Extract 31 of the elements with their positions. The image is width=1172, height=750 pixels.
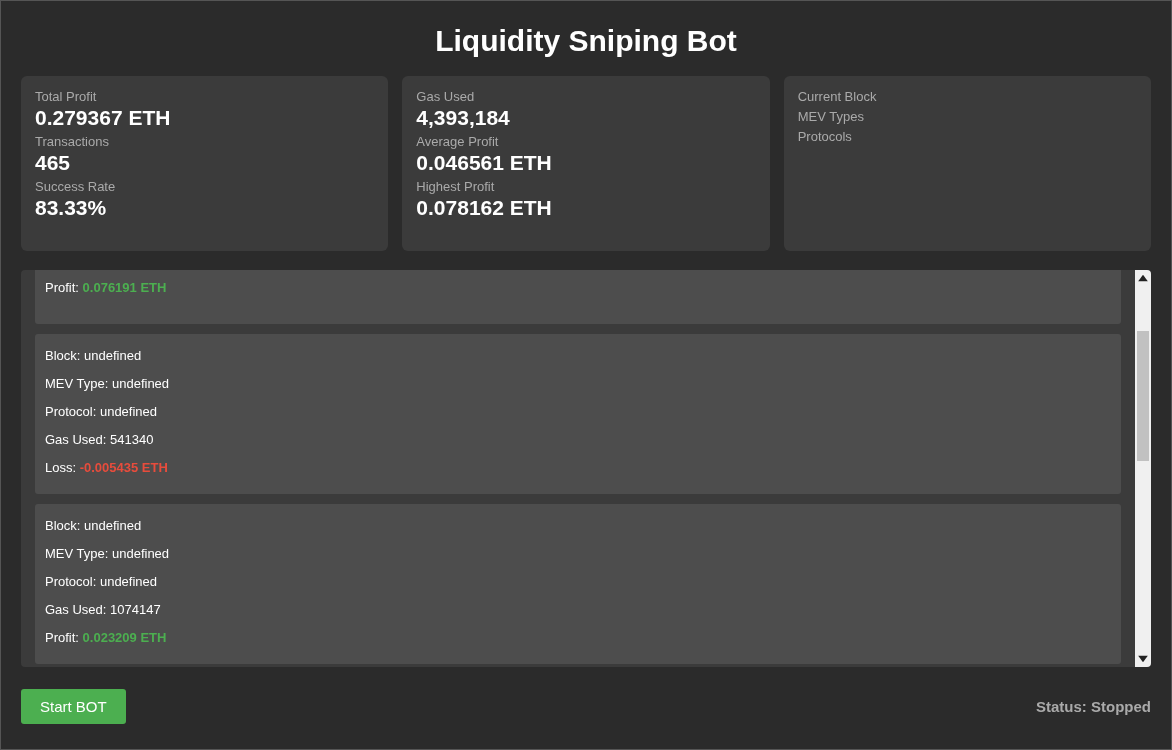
stat-value: 83.33% [35, 196, 108, 220]
scroll-thumb[interactable] [1137, 331, 1149, 461]
stat-value: 4,393,184 [416, 106, 511, 130]
scrollbar[interactable] [1135, 270, 1151, 667]
stat-label: Protocols [797, 129, 853, 145]
status-text: Status: Stopped [1036, 698, 1151, 715]
log-line: MEV Type: undefined [45, 376, 171, 392]
stat-value: 0.078162 ETH [416, 196, 553, 220]
log-line: MEV Type: undefined [45, 546, 171, 562]
stat-value: 0.279367 ETH [35, 106, 172, 130]
page-title: Liquidity Sniping Bot [434, 23, 738, 59]
stat-label: Total Profit [35, 89, 98, 105]
stat-label: Current Block [797, 89, 878, 105]
start-button[interactable]: Start BOT [21, 689, 126, 724]
stat-label: MEV Types [797, 109, 865, 125]
stat-label: Success Rate [35, 179, 117, 195]
stat-value: 0.046561 ETH [416, 151, 553, 175]
log-line: Block: undefined [45, 518, 143, 534]
log-line: Loss: -0.005435 ETH [45, 460, 169, 476]
log-line: Protocol: undefined [45, 574, 159, 590]
log-line: Gas Used: 1074147 [45, 602, 162, 618]
log-line: Protocol: undefined [45, 404, 159, 420]
log-line: Gas Used: 541340 [45, 432, 155, 448]
log-line: Block: undefined [45, 348, 143, 364]
stat-label: Highest Profit [416, 179, 496, 195]
stat-label: Average Profit [416, 134, 500, 150]
stat-value: 465 [35, 151, 72, 175]
stat-label: Transactions [35, 134, 110, 150]
stat-label: Gas Used [416, 89, 476, 105]
log-line: Profit: 0.076191 ETH [45, 280, 168, 296]
log-line: Profit: 0.023209 ETH [45, 630, 168, 646]
